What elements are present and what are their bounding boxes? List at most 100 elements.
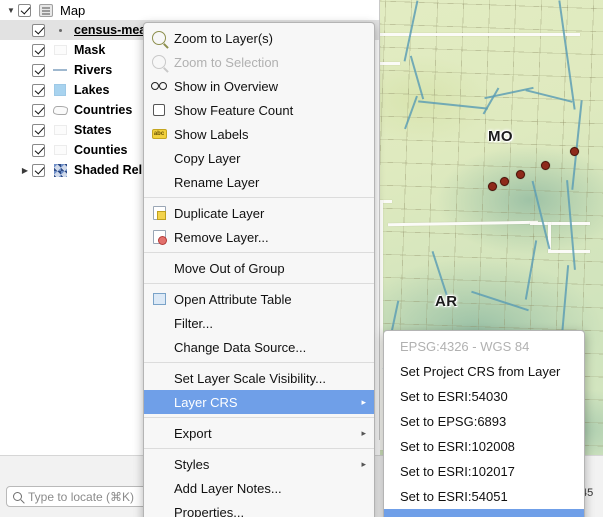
menu-item-label: Remove Layer...: [174, 229, 269, 245]
layer-label: Countries: [74, 103, 133, 117]
layer-visibility-checkbox[interactable]: [32, 83, 45, 97]
chevron-right-icon[interactable]: ▶: [18, 166, 32, 175]
table-icon: [149, 293, 169, 305]
crs-menu-item: EPSG:4326 - WGS 84: [384, 334, 584, 359]
menu-item[interactable]: Export ▸: [144, 421, 374, 445]
crs-menu-item-label: EPSG:4326 - WGS 84: [400, 339, 530, 354]
crs-menu-item[interactable]: Set Project CRS from Layer: [384, 359, 584, 384]
menu-separator: [144, 448, 374, 449]
layer-symbol-point-dot: [51, 28, 69, 32]
menu-separator: [144, 252, 374, 253]
layer-visibility-checkbox[interactable]: [32, 123, 45, 137]
map-point-feature[interactable]: [541, 161, 550, 170]
qgis-window: MO AR ▼ Map census-mean-centers Mask Rivers…: [0, 0, 603, 517]
layer-symbol-line: [51, 69, 69, 71]
checkbox-icon: [149, 104, 169, 116]
layer-symbol-empty-fill: [51, 145, 69, 155]
zoom-icon: [149, 55, 169, 69]
duplicate-icon: [149, 206, 169, 220]
map-point-feature[interactable]: [516, 170, 525, 179]
menu-item[interactable]: Remove Layer...: [144, 225, 374, 249]
menu-separator: [144, 197, 374, 198]
layer-symbol-polygon-outline: [51, 105, 69, 115]
menu-item-label: Show Feature Count: [174, 102, 294, 118]
menu-item-label: Show Labels: [174, 126, 249, 142]
layer-visibility-checkbox[interactable]: [32, 103, 45, 117]
menu-item[interactable]: Layer CRS ▸: [144, 390, 374, 414]
map-point-feature[interactable]: [488, 182, 497, 191]
menu-item-label: Show in Overview: [174, 78, 279, 94]
map-state-label: MO: [488, 128, 513, 145]
menu-item-label: Add Layer Notes...: [174, 480, 282, 496]
layer-label: Shaded Rel: [74, 163, 143, 177]
menu-item-label: Export: [174, 425, 212, 441]
layer-symbol-empty-fill: [51, 125, 69, 135]
menu-item[interactable]: Duplicate Layer: [144, 201, 374, 225]
menu-item-label: Rename Layer: [174, 174, 260, 190]
menu-item[interactable]: Zoom to Layer(s): [144, 26, 374, 50]
layer-group-map[interactable]: ▼ Map: [0, 0, 379, 20]
map-point-feature[interactable]: [570, 147, 579, 156]
crs-menu-item[interactable]: Set to ESRI:102017: [384, 459, 584, 484]
layer-label: Mask: [74, 43, 106, 57]
menu-item-label: Zoom to Selection: [174, 54, 279, 70]
state-boundary-line: [548, 250, 590, 253]
crs-menu-item-label: Set to ESRI:54030: [400, 389, 508, 404]
menu-item-label: Move Out of Group: [174, 260, 285, 276]
crs-menu-item[interactable]: Set to ESRI:54030: [384, 384, 584, 409]
menu-item-label: Open Attribute Table: [174, 291, 292, 307]
menu-separator: [144, 417, 374, 418]
layer-group-label: Map: [60, 2, 86, 18]
menu-item-label: Duplicate Layer: [174, 205, 265, 221]
menu-item-label: Layer CRS: [174, 394, 238, 410]
menu-item-label: Change Data Source...: [174, 339, 307, 355]
layer-group-checkbox[interactable]: [18, 3, 31, 17]
menu-item[interactable]: abc Show Labels: [144, 122, 374, 146]
layer-visibility-checkbox[interactable]: [32, 43, 45, 57]
menu-item-label: Copy Layer: [174, 150, 241, 166]
menu-item[interactable]: Filter...: [144, 311, 374, 335]
menu-item[interactable]: Move Out of Group: [144, 256, 374, 280]
menu-item[interactable]: Add Layer Notes...: [144, 476, 374, 500]
state-boundary-line: [380, 62, 400, 65]
crs-menu-item[interactable]: Set to EPSG:6893: [384, 409, 584, 434]
menu-item-label: Filter...: [174, 315, 214, 331]
menu-item-label: Zoom to Layer(s): [174, 30, 273, 46]
menu-item[interactable]: Show in Overview: [144, 74, 374, 98]
menu-item[interactable]: Change Data Source...: [144, 335, 374, 359]
map-point-feature[interactable]: [500, 177, 509, 186]
layer-visibility-checkbox[interactable]: [32, 23, 45, 37]
menu-item[interactable]: Set Layer Scale Visibility...: [144, 366, 374, 390]
search-icon: [13, 492, 22, 501]
crs-menu-item[interactable]: Set to ESRI:54051: [384, 484, 584, 509]
layer-symbol-empty-fill: [51, 45, 69, 55]
menu-item[interactable]: Rename Layer: [144, 170, 374, 194]
glasses-icon: [149, 81, 169, 91]
crs-menu-item[interactable]: Set to ESRI:102008: [384, 434, 584, 459]
layer-label: States: [74, 123, 112, 137]
layer-context-menu[interactable]: Zoom to Layer(s) Zoom to Selection Show in…: [143, 22, 375, 517]
crs-menu-item[interactable]: Set Layer CRS...: [384, 509, 584, 517]
menu-item[interactable]: Open Attribute Table: [144, 287, 374, 311]
layer-crs-submenu[interactable]: EPSG:4326 - WGS 84 Set Project CRS from L…: [383, 330, 585, 517]
menu-item[interactable]: Copy Layer: [144, 146, 374, 170]
menu-separator: [144, 362, 374, 363]
menu-separator: [144, 283, 374, 284]
menu-item[interactable]: Styles ▸: [144, 452, 374, 476]
layer-visibility-checkbox[interactable]: [32, 163, 45, 177]
menu-item: Zoom to Selection: [144, 50, 374, 74]
chevron-down-icon[interactable]: ▼: [4, 6, 18, 15]
layer-label: Counties: [74, 143, 128, 157]
chevron-right-icon: ▸: [361, 396, 366, 407]
layer-visibility-checkbox[interactable]: [32, 63, 45, 77]
menu-item[interactable]: Show Feature Count: [144, 98, 374, 122]
layer-label: Rivers: [74, 63, 113, 77]
state-boundary-line: [530, 222, 590, 225]
crs-menu-item-label: Set to ESRI:102017: [400, 464, 515, 479]
chevron-right-icon: ▸: [361, 458, 366, 469]
menu-item-label: Properties...: [174, 504, 245, 517]
group-icon: [37, 3, 55, 17]
layer-visibility-checkbox[interactable]: [32, 143, 45, 157]
map-state-label: AR: [435, 293, 458, 310]
menu-item[interactable]: Properties...: [144, 500, 374, 517]
